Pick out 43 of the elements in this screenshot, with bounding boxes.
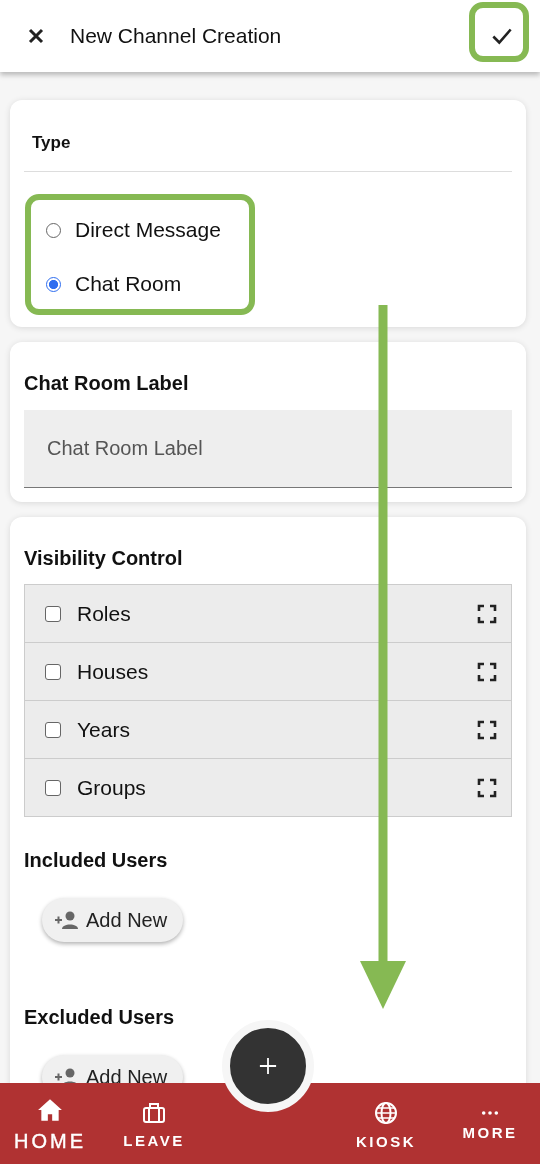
card-title: Type	[31, 132, 72, 154]
page-title: New Channel Creation	[70, 24, 283, 48]
list-row[interactable]: Groups	[25, 758, 511, 816]
checkbox[interactable]	[45, 605, 61, 622]
row-label: Groups	[77, 775, 147, 800]
section-title: Included Users	[24, 849, 169, 872]
expand-icon[interactable]	[477, 661, 497, 682]
home-icon	[37, 1098, 63, 1122]
checkbox[interactable]	[45, 663, 61, 680]
radio-option[interactable]: Direct Message	[46, 218, 512, 242]
globe-icon	[374, 1101, 398, 1125]
highlight-frame	[469, 2, 529, 62]
radio-option[interactable]: Chat Room	[46, 272, 512, 296]
add-new-button[interactable]: Add New	[42, 1055, 184, 1083]
card-title: Chat Room Label	[24, 372, 190, 395]
add-new-button[interactable]: Add New	[42, 898, 184, 942]
nav-label: KIOSK	[356, 1133, 416, 1150]
nav-tab[interactable]: KIOSK	[332, 1083, 440, 1164]
nav-tab[interactable]: HOME	[0, 1083, 100, 1164]
checkbox[interactable]	[45, 779, 61, 796]
row-label: Years	[77, 717, 131, 742]
add-person-icon	[54, 910, 80, 930]
nav-label: LEAVE	[123, 1132, 185, 1149]
nav-tab[interactable]: LEAVE	[100, 1083, 208, 1164]
input-field[interactable]: Chat Room Label	[24, 410, 512, 488]
close-icon[interactable]	[28, 28, 44, 44]
briefcase-icon	[142, 1102, 166, 1124]
plus-icon	[259, 1057, 277, 1075]
list-row[interactable]: Years	[25, 700, 511, 758]
more-icon	[481, 1110, 499, 1116]
section-title: Excluded Users	[24, 1006, 176, 1029]
list-row[interactable]: Houses	[25, 642, 511, 700]
nav-label: HOME	[14, 1130, 86, 1153]
nav-tab[interactable]: MORE	[440, 1083, 540, 1164]
nav-label: MORE	[462, 1124, 518, 1141]
expand-icon[interactable]	[477, 603, 497, 624]
list-row[interactable]: Roles	[25, 585, 511, 642]
card-title: Visibility Control	[24, 547, 184, 570]
expand-icon[interactable]	[477, 777, 497, 798]
checkbox[interactable]	[45, 721, 61, 738]
row-label: Houses	[77, 659, 150, 684]
row-label: Roles	[77, 601, 132, 626]
expand-icon[interactable]	[477, 719, 497, 740]
